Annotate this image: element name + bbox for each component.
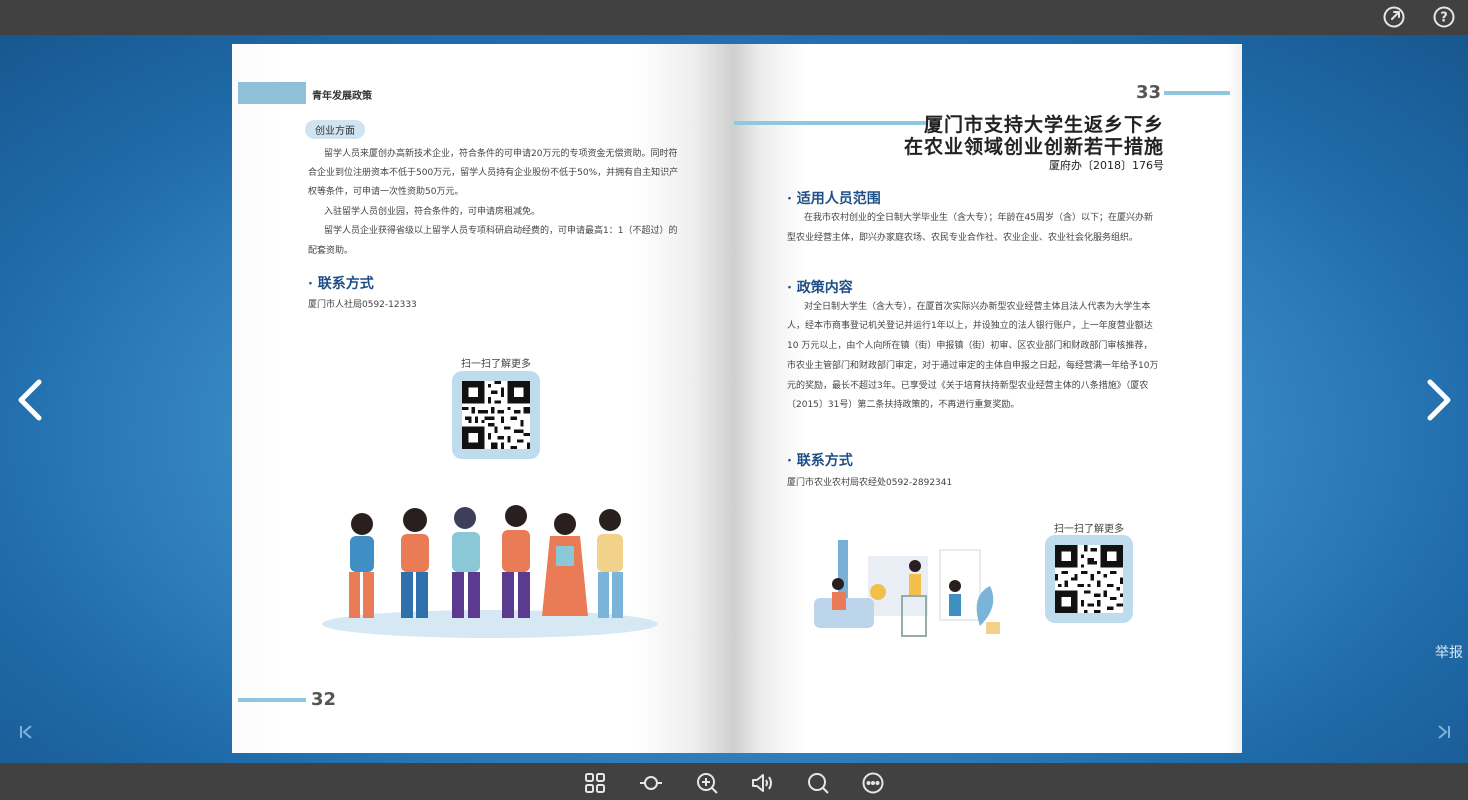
document-number: 厦府办〔2018〕176号: [1049, 159, 1164, 172]
help-icon[interactable]: ?: [1432, 5, 1456, 29]
qr-code[interactable]: [1045, 535, 1133, 623]
contact-heading: · 联系方式: [787, 453, 853, 469]
report-link[interactable]: 举报: [1435, 642, 1463, 662]
title-rule: [734, 121, 928, 125]
header-accent-bar: [238, 82, 306, 104]
body-line: 市农业主管部门和财政部门审定，对于通过审定的主体自申报之日起，每经营满一年给予1…: [787, 361, 1159, 371]
body-line: 型农业经营主体，即兴办家庭农场、农民专业合作社、农业企业、农业社会化服务组织。: [787, 233, 1139, 243]
qr-caption: 扫一扫了解更多: [1054, 524, 1124, 535]
body-line: 配套资助。: [308, 246, 354, 256]
bottom-toolbar: [0, 763, 1468, 800]
body-line: 〔2015〕31号）第二条扶持政策的，不再进行重复奖励。: [787, 400, 1020, 410]
right-page[interactable]: 33 厦门市支持大学生返乡下乡 在农业领域创业创新若干措施 厦府办〔2018〕1…: [734, 44, 1242, 753]
flipbook: 青年发展政策 创业方面 留学人员来厦创办高新技术企业，符合条件的可申请20万元的…: [232, 44, 1242, 753]
qr-code[interactable]: [452, 371, 540, 459]
body-line: 入驻留学人员创业园，符合条件的，可申请房租减免。: [324, 207, 541, 217]
body-line: 人，经本市商事登记机关登记并运行1年以上，并设独立的法人银行账户，上一年度营业额…: [787, 321, 1153, 331]
header-title: 青年发展政策: [312, 91, 372, 102]
section-pill: 创业方面: [305, 120, 365, 139]
more-icon[interactable]: [861, 771, 885, 795]
page-number-rule: [1164, 91, 1230, 95]
left-page[interactable]: 青年发展政策 创业方面 留学人员来厦创办高新技术企业，符合条件的可申请20万元的…: [232, 44, 734, 753]
office-illustration: [814, 540, 1000, 637]
top-toolbar: ?: [0, 0, 1468, 35]
contact-heading: · 联系方式: [308, 276, 374, 292]
document-title-line2: 在农业领域创业创新若干措施: [903, 136, 1164, 158]
body-line: 10 万元以上，由个人向所在镇（街）申报镇（街）初审、区农业部门和财政部门审核推…: [787, 341, 1153, 351]
qr-caption: 扫一扫了解更多: [461, 359, 531, 370]
people-illustration: [322, 505, 658, 638]
body-line: 留学人员来厦创办高新技术企业，符合条件的可申请20万元的专项资金无偿资助。同时符: [324, 149, 678, 159]
search-icon[interactable]: [806, 771, 830, 795]
body-line: 在我市农村创业的全日制大学毕业生（含大专）；年龄在45周岁（含）以下；在厦兴办新: [804, 213, 1153, 223]
next-page-button[interactable]: [1424, 378, 1454, 422]
last-page-button[interactable]: [1436, 724, 1452, 740]
scope-heading: · 适用人员范围: [787, 191, 881, 207]
zoom-in-icon[interactable]: [695, 771, 719, 795]
first-page-button[interactable]: [18, 724, 34, 740]
policy-heading: · 政策内容: [787, 280, 853, 296]
contact-text: 厦门市农业农村局农经处0592-2892341: [787, 478, 953, 488]
share-icon[interactable]: [1382, 5, 1406, 29]
page-number: 32: [311, 689, 337, 710]
body-line: 留学人员企业获得省级以上留学人员专项科研启动经费的，可申请最高1：1（不超过）的: [324, 226, 678, 236]
autoflip-icon[interactable]: [639, 771, 663, 795]
thumbnails-icon[interactable]: [583, 771, 607, 795]
page-number: 33: [1136, 82, 1162, 103]
sound-icon[interactable]: [750, 771, 774, 795]
body-line: 对全日制大学生（含大专），在厦首次实际兴办新型农业经营主体且法人代表为大学生本: [804, 302, 1151, 312]
body-line: 权等条件，可申请一次性资助50万元。: [308, 187, 464, 197]
body-line: 元的奖励，最长不超过3年。已享受过《关于培育扶持新型农业经营主体的八条措施》（厦…: [787, 381, 1149, 391]
prev-page-button[interactable]: [15, 378, 45, 422]
contact-text: 厦门市人社局0592-12333: [308, 300, 417, 310]
page-number-rule: [238, 698, 306, 702]
body-line: 合企业到位注册资本不低于500万元，留学人员持有企业股份不低于50%，并拥有自主…: [308, 168, 679, 178]
svg-text:?: ?: [1440, 11, 1448, 26]
